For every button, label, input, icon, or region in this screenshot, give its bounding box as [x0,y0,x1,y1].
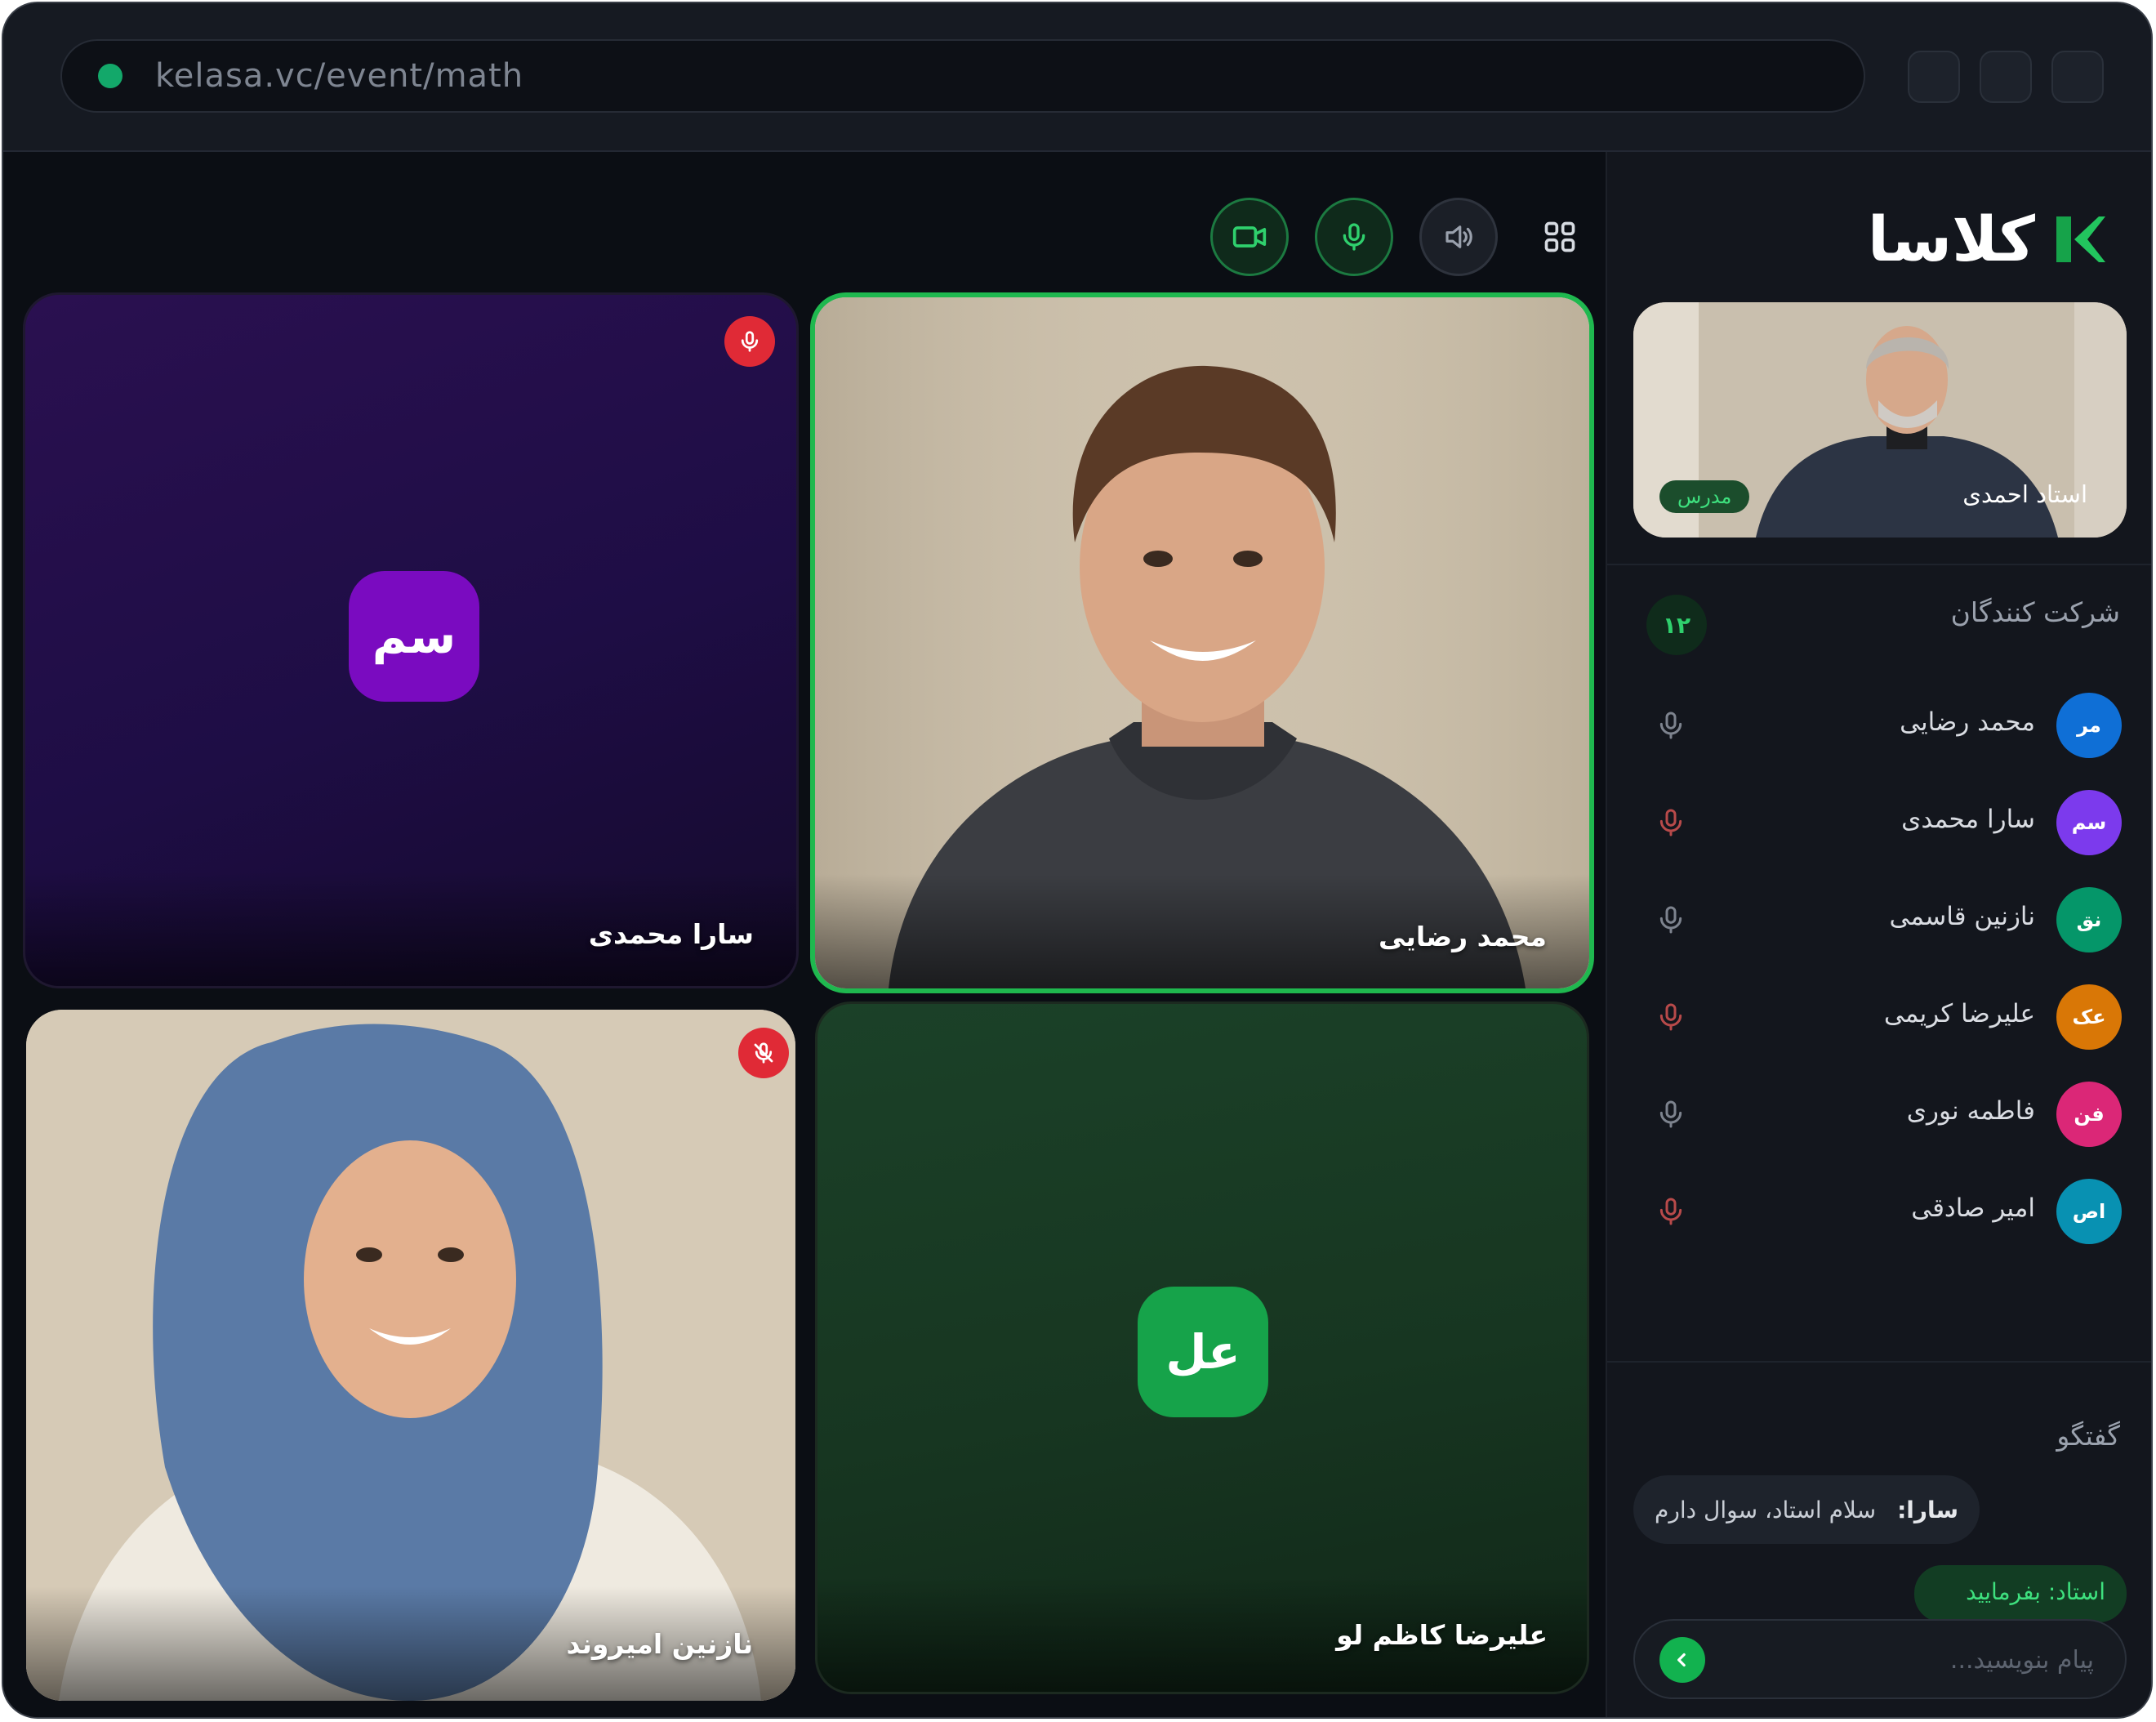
video-stage: سم سارا محمدی محمد رضایی نازنین امیروند … [3,152,1606,1717]
tile-name: علیرضا کاظم لو [1336,1619,1548,1651]
participant-row[interactable]: اص امیر صادقی [1607,1169,2151,1251]
brand-name: کلاسا [1867,203,2035,275]
video-tile-active-speaker[interactable]: محمد رضایی [810,292,1594,993]
brand-logo: کلاسا [1868,203,2107,275]
participant-name: امیر صادقی [1911,1193,2035,1223]
participant-name: محمد رضایی [1900,707,2035,737]
grid-icon [1544,221,1575,252]
participants-title: شرکت کنندگان [1950,596,2120,628]
microphone-muted-icon[interactable] [1655,805,1687,841]
chat-message-reply: استاد: بفرمایید [1914,1565,2127,1622]
muted-badge [738,1028,789,1078]
camera-icon [1232,226,1267,248]
browser-bar: kelasa.vc/event/math [3,3,2151,152]
divider [1607,564,2151,565]
window-button-1[interactable] [1908,51,1960,103]
microphone-muted-icon[interactable] [1655,999,1687,1035]
participant-row[interactable]: فن فاطمه نوری [1607,1072,2151,1153]
participant-avatar: مر [2056,693,2122,758]
sidebar: کلاسا استاد احمدی مدرس شرکت کنندگان ۱۲ م… [1606,152,2151,1717]
participant-row[interactable]: مر محمد رضایی [1607,683,2151,765]
divider [1607,1361,2151,1363]
chat-sender: سارا: [1897,1496,1959,1523]
chat-input-box [1633,1619,2127,1699]
chat-input[interactable] [1717,1639,2096,1681]
participant-avatar: عک [2056,984,2122,1050]
muted-badge [724,316,775,367]
participant-row[interactable]: عک علیرضا کریمی [1607,975,2151,1056]
send-button[interactable] [1659,1637,1705,1683]
teacher-role-badge: مدرس [1659,480,1750,513]
tile-name: سارا محمدی [588,918,754,950]
teacher-video[interactable]: استاد احمدی مدرس [1633,302,2127,538]
participant-row[interactable]: سم سارا محمدی [1607,780,2151,862]
microphone-icon[interactable] [1655,902,1687,938]
mic-toggle-button[interactable] [1315,198,1393,276]
chat-title: گفتگو [2056,1420,2120,1452]
speaker-toggle-button[interactable] [1419,198,1498,276]
speaker-icon [1446,225,1472,248]
logo-icon [2056,216,2105,262]
participant-name: سارا محمدی [1901,805,2035,834]
microphone-icon [1343,223,1365,251]
participant-avatar: عل [1138,1287,1268,1417]
teacher-name: استاد احمدی [1962,480,2087,508]
participant-avatar: اص [2056,1179,2122,1244]
layout-grid-button[interactable] [1535,212,1584,261]
participant-name: علیرضا کریمی [1883,999,2035,1028]
participant-name: نازنین قاسمی [1889,902,2035,931]
chat-text: سلام استاد، سوال دارم [1655,1496,1877,1523]
video-tile[interactable]: عل علیرضا کاظم لو [815,1002,1589,1694]
video-tile[interactable]: نازنین امیروند [26,1010,795,1701]
video-tile[interactable]: سم سارا محمدی [23,292,799,988]
url-text: kelasa.vc/event/math [155,57,524,95]
chevron-left-icon [1677,1653,1686,1667]
participant-avatar: فن [2056,1082,2122,1147]
participant-row[interactable]: نق نازنین قاسمی [1607,877,2151,959]
microphone-muted-icon[interactable] [1655,1193,1687,1229]
participant-name: فاطمه نوری [1906,1096,2035,1126]
address-bar[interactable]: kelasa.vc/event/math [60,39,1865,113]
participant-avatar: سم [349,571,479,702]
chat-message: سارا: سلام استاد، سوال دارم [1633,1475,1980,1544]
microphone-off-icon [754,1042,773,1064]
microphone-icon[interactable] [1655,707,1687,743]
participants-count-badge: ۱۲ [1646,595,1707,655]
microphone-icon [741,331,759,352]
tile-name: نازنین امیروند [566,1628,753,1660]
participant-avatar: سم [2056,790,2122,855]
call-controls [1210,198,1584,276]
app-window: kelasa.vc/event/math سم سارا محمدی محمد … [2,2,2153,1719]
window-button-2[interactable] [1980,51,2032,103]
tile-name: محمد رضایی [1379,921,1547,952]
secure-indicator-icon [98,64,122,88]
participant-avatar: نق [2056,887,2122,952]
microphone-icon[interactable] [1655,1096,1687,1132]
window-button-3[interactable] [2051,51,2104,103]
camera-toggle-button[interactable] [1210,198,1289,276]
